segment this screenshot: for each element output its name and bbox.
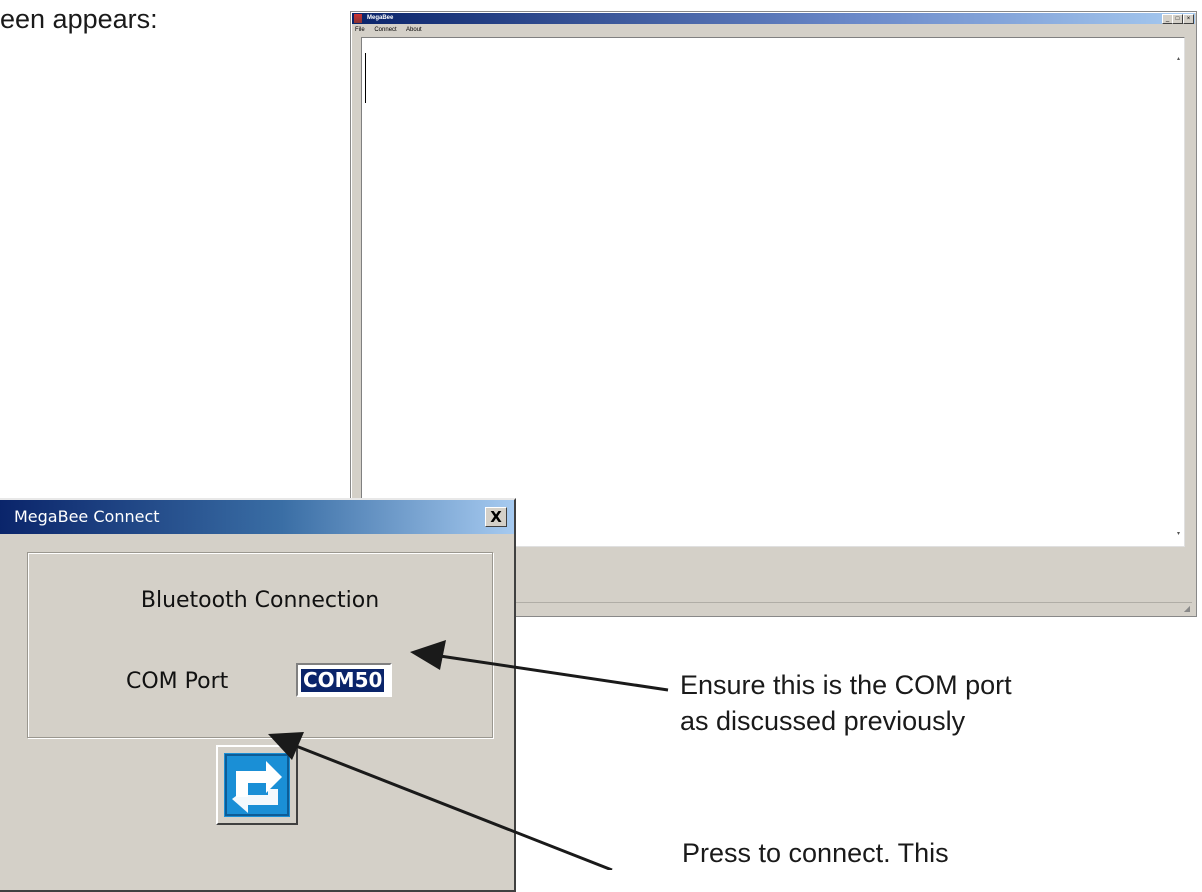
callout-arrows [268, 640, 669, 870]
arrow-to-connect-button [268, 732, 613, 870]
arrow-to-com-port [410, 640, 669, 692]
